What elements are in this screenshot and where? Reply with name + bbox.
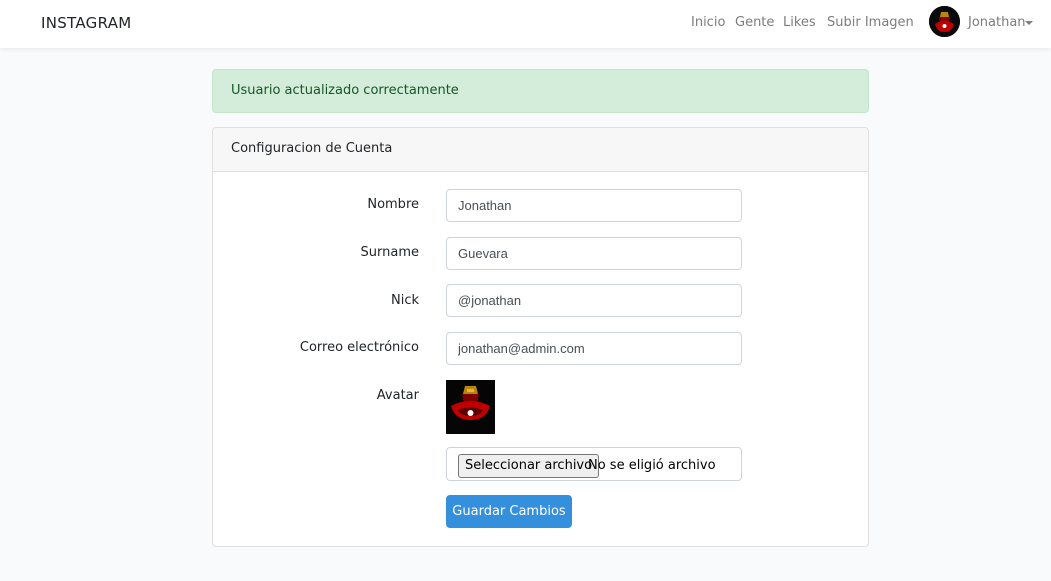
file-status: No se eligió archivo [588, 458, 716, 473]
save-changes-button[interactable]: Guardar Cambios [446, 495, 572, 528]
nick-label: Nick [390, 293, 419, 308]
caret-down-icon[interactable] [1025, 21, 1033, 25]
name-input[interactable] [446, 189, 742, 222]
nav-link-gente[interactable]: Gente [735, 15, 774, 30]
name-label: Nombre [367, 197, 419, 212]
nav-link-likes[interactable]: Likes [783, 15, 816, 30]
choose-file-button[interactable]: Seleccionar archivo [458, 454, 600, 478]
user-menu-toggle[interactable]: Jonathan [968, 15, 1026, 30]
nick-input[interactable] [446, 284, 742, 317]
surname-input[interactable] [446, 237, 742, 270]
surname-label: Surname [360, 245, 419, 260]
alert-message: Usuario actualizado correctamente [231, 83, 459, 98]
avatar-label: Avatar [376, 388, 419, 403]
account-settings-card: Configuracion de Cuenta Nombre Surname N… [212, 127, 869, 547]
nav-link-subir-imagen[interactable]: Subir Imagen [827, 15, 914, 30]
avatar-image [446, 380, 495, 434]
avatar-file-input[interactable]: Seleccionar archivo No se eligió archivo [446, 447, 742, 481]
top-navbar: INSTAGRAM Inicio Gente Likes Subir Image… [0, 0, 1051, 48]
success-alert: Usuario actualizado correctamente [212, 69, 869, 113]
card-title: Configuracion de Cuenta [213, 128, 868, 172]
nav-link-inicio[interactable]: Inicio [691, 15, 725, 30]
email-input[interactable] [446, 332, 742, 365]
email-label: Correo electrónico [299, 340, 419, 355]
brand-logo[interactable]: INSTAGRAM [41, 14, 132, 32]
user-avatar[interactable] [929, 6, 960, 37]
